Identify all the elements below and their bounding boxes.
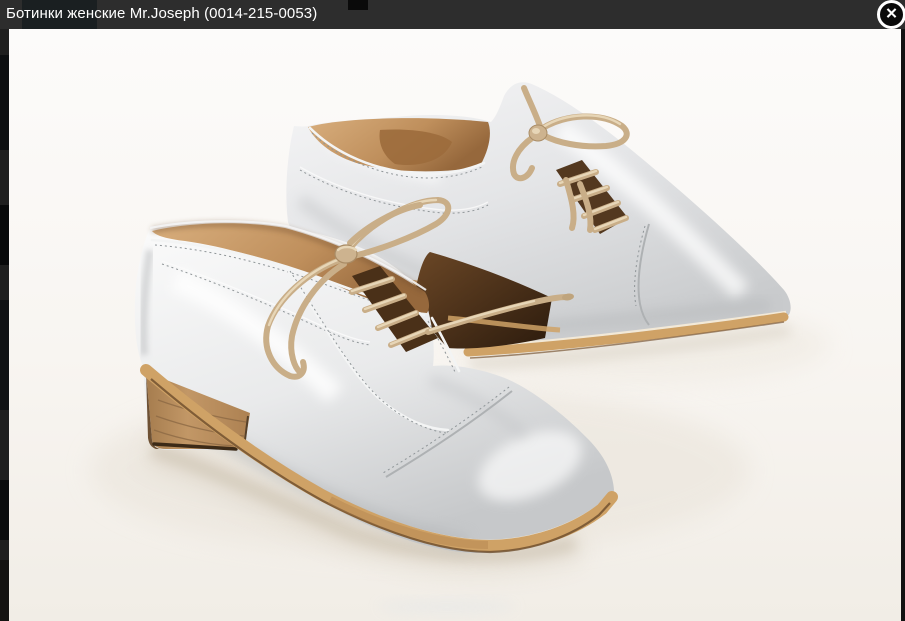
backdrop-remnant [0,560,9,621]
lightbox-title: Ботинки женские Mr.Joseph (0014-215-0053… [6,0,317,28]
backdrop-remnant [0,205,9,265]
close-button[interactable]: ✕ [877,0,905,29]
backdrop-remnant [348,0,368,10]
backdrop-left-strip [0,29,9,621]
shoes-illustration [9,29,901,621]
backdrop-right-strip [901,29,905,621]
lightbox-overlay: Ботинки женские Mr.Joseph (0014-215-0053… [0,0,905,621]
backdrop-remnant [0,55,9,150]
backdrop-remnant [0,300,9,410]
lightbox-titlebar: Ботинки женские Mr.Joseph (0014-215-0053… [0,0,905,29]
backdrop-remnant [0,480,9,540]
close-icon: ✕ [885,7,898,22]
product-photo[interactable] [9,29,901,621]
